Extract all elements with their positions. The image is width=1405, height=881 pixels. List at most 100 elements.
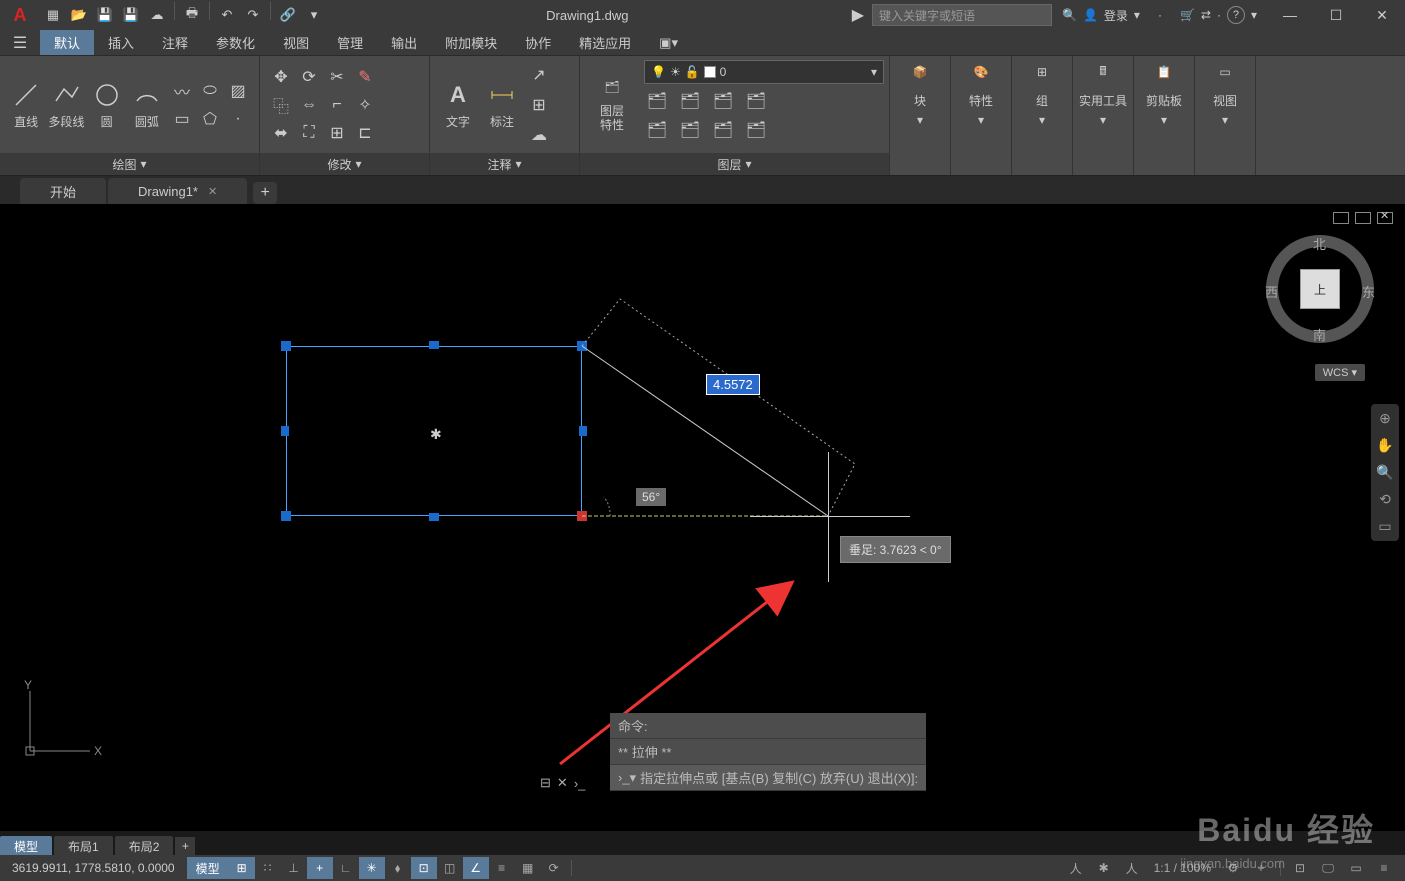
tool-copy-icon[interactable]: ⿻ <box>268 92 294 118</box>
qat-save-icon[interactable]: 💾 <box>92 2 118 28</box>
search-play-icon[interactable]: ▶ <box>848 5 868 25</box>
filetab-drawing1[interactable]: Drawing1*✕ <box>108 178 247 204</box>
app-logo[interactable]: A <box>0 0 40 30</box>
tool-hatch-icon[interactable]: ▨ <box>225 78 251 104</box>
help-dropdown-icon[interactable]: ▾ <box>1251 8 1257 22</box>
tool-explode-icon[interactable]: ✧ <box>352 92 378 118</box>
tab-featured[interactable]: 精选应用 <box>565 30 645 55</box>
status-grid-icon[interactable]: ⊞ <box>229 857 255 879</box>
qat-link-icon[interactable]: 🔗 <box>275 2 301 28</box>
panel-utilities[interactable]: 🖩实用工具▾ <box>1073 56 1133 127</box>
tab-expand-icon[interactable]: ▣▾ <box>645 30 692 55</box>
tool-table-icon[interactable]: ⊞ <box>526 92 552 118</box>
layer-tool-6-icon[interactable]: 🗂 <box>677 117 703 143</box>
tool-fillet-icon[interactable]: ⌐ <box>324 92 350 118</box>
tool-spline-icon[interactable]: 〰 <box>169 78 195 104</box>
cmdline-prompt-icon[interactable]: ›_ <box>574 776 586 791</box>
tab-view[interactable]: 视图 <box>269 30 323 55</box>
tool-rect-icon[interactable]: ▭ <box>169 106 195 132</box>
status-otrack-icon[interactable]: ∠ <box>463 857 489 879</box>
panel-properties[interactable]: 🎨特性▾ <box>951 56 1011 127</box>
tool-polyline[interactable]: 多段线 <box>48 79 84 130</box>
login-dropdown-icon[interactable]: ▾ <box>1134 8 1140 22</box>
tool-dimension[interactable]: 标注 <box>482 79 522 130</box>
drawing-canvas[interactable]: ✕ 北 南 东 西 上 WCS ▾ ⊕ ✋ 🔍 ⟲ ▭ Y X ✱ <box>0 204 1405 831</box>
tool-circle[interactable]: 圆 <box>89 79 125 130</box>
panel-annotate-title[interactable]: 注释 ▾ <box>430 153 579 175</box>
tool-point-icon[interactable]: · <box>225 106 251 132</box>
filetab-add-button[interactable]: + <box>253 182 277 204</box>
command-line[interactable]: 命令: ** 拉伸 ** ›_▾指定拉伸点或 [基点(B) 复制(C) 放弃(U… <box>610 713 926 791</box>
app-menu-icon[interactable]: ☰ <box>0 30 40 55</box>
layer-tool-7-icon[interactable]: 🗂 <box>710 117 736 143</box>
filetab-start[interactable]: 开始 <box>20 178 106 204</box>
panel-layers-title[interactable]: 图层 ▾ <box>580 153 889 175</box>
tool-arc[interactable]: 圆弧 <box>129 79 165 130</box>
status-cleanscreen-icon[interactable]: ▭ <box>1343 857 1369 879</box>
layer-tool-4-icon[interactable]: 🗂 <box>743 88 769 114</box>
status-osnap-icon[interactable]: ⊡ <box>411 857 437 879</box>
close-button[interactable]: ✕ <box>1359 0 1405 30</box>
close-icon[interactable]: ✕ <box>208 185 217 198</box>
tab-addins[interactable]: 附加模块 <box>431 30 511 55</box>
layouttab-layout2[interactable]: 布局2 <box>115 836 174 856</box>
layouttab-add-button[interactable]: + <box>175 837 195 855</box>
tool-mirror-icon[interactable]: ⇔ <box>296 92 322 118</box>
tab-default[interactable]: 默认 <box>40 30 94 55</box>
qat-undo-icon[interactable]: ↶ <box>214 2 240 28</box>
status-custom-icon[interactable]: ≡ <box>1371 857 1397 879</box>
user-icon[interactable]: 👤 <box>1083 8 1098 22</box>
layer-tool-3-icon[interactable]: 🗂 <box>710 88 736 114</box>
status-ortho-icon[interactable]: ∟ <box>333 857 359 879</box>
status-model-button[interactable]: 模型 <box>187 857 229 879</box>
panel-clipboard[interactable]: 📋剪贴板▾ <box>1134 56 1194 127</box>
status-transparency-icon[interactable]: ▦ <box>515 857 541 879</box>
tool-move-icon[interactable]: ✥ <box>268 64 294 90</box>
login-label[interactable]: 登录 <box>1104 7 1128 24</box>
qat-new-icon[interactable]: ▦ <box>40 2 66 28</box>
layouttab-model[interactable]: 模型 <box>0 836 52 856</box>
status-annovis-icon[interactable]: ✱ <box>1091 857 1117 879</box>
panel-draw-title[interactable]: 绘图 ▾ <box>0 153 259 175</box>
qat-more-icon[interactable]: ▾ <box>301 2 327 28</box>
tool-rotate-icon[interactable]: ⟳ <box>296 64 322 90</box>
tool-erase-icon[interactable]: ✎ <box>352 64 378 90</box>
tool-layer-properties[interactable]: 🗂图层 特性 <box>588 71 636 131</box>
tool-stretch-icon[interactable]: ⬌ <box>268 120 294 146</box>
layer-tool-8-icon[interactable]: 🗂 <box>743 117 769 143</box>
status-dyninput-icon[interactable]: + <box>307 857 333 879</box>
tool-text[interactable]: A文字 <box>438 79 478 130</box>
layer-selector[interactable]: 💡 ☀ 🔓 0 ▾ <box>644 60 884 84</box>
search-input[interactable]: 键入关键字或短语 <box>872 4 1052 26</box>
qat-open-icon[interactable]: 📂 <box>66 2 92 28</box>
panel-modify-title[interactable]: 修改 ▾ <box>260 153 429 175</box>
panel-group[interactable]: ⊞组▾ <box>1012 56 1072 127</box>
cart-icon[interactable]: 🛒 <box>1180 8 1195 22</box>
exchange-icon[interactable]: ⇄ <box>1201 8 1211 22</box>
tool-polygon-icon[interactable]: ⬠ <box>197 106 223 132</box>
tool-trim-icon[interactable]: ✂ <box>324 64 350 90</box>
status-3dosnap-icon[interactable]: ◫ <box>437 857 463 879</box>
status-workspace-icon[interactable]: ⊡ <box>1287 857 1313 879</box>
panel-block[interactable]: 📦块▾ <box>890 56 950 127</box>
status-infer-icon[interactable]: ⊥ <box>281 857 307 879</box>
status-lw-icon[interactable]: ≡ <box>489 857 515 879</box>
cmdline-config-icon[interactable]: ⊟ <box>540 775 551 791</box>
tool-ellipse-icon[interactable]: ⬭ <box>197 78 223 104</box>
tab-collab[interactable]: 协作 <box>511 30 565 55</box>
status-monitor-icon[interactable]: 🖵 <box>1315 857 1341 879</box>
status-annoscale2-icon[interactable]: 人 <box>1119 857 1145 879</box>
status-snap-icon[interactable]: ∷ <box>255 857 281 879</box>
tool-leader-icon[interactable]: ↗ <box>526 62 552 88</box>
help-icon[interactable]: ? <box>1227 6 1245 24</box>
tab-output[interactable]: 输出 <box>377 30 431 55</box>
qat-cloud-icon[interactable]: ☁ <box>144 2 170 28</box>
qat-saveas-icon[interactable]: 💾 <box>118 2 144 28</box>
minimize-button[interactable]: — <box>1267 0 1313 30</box>
status-iso-icon[interactable]: ⬧ <box>385 857 411 879</box>
qat-plot-icon[interactable]: 🖶 <box>179 2 205 28</box>
maximize-button[interactable]: ☐ <box>1313 0 1359 30</box>
cmdline-close-icon[interactable]: ✕ <box>557 775 568 791</box>
tab-annotate[interactable]: 注释 <box>148 30 202 55</box>
tool-offset-icon[interactable]: ⊏ <box>352 120 378 146</box>
